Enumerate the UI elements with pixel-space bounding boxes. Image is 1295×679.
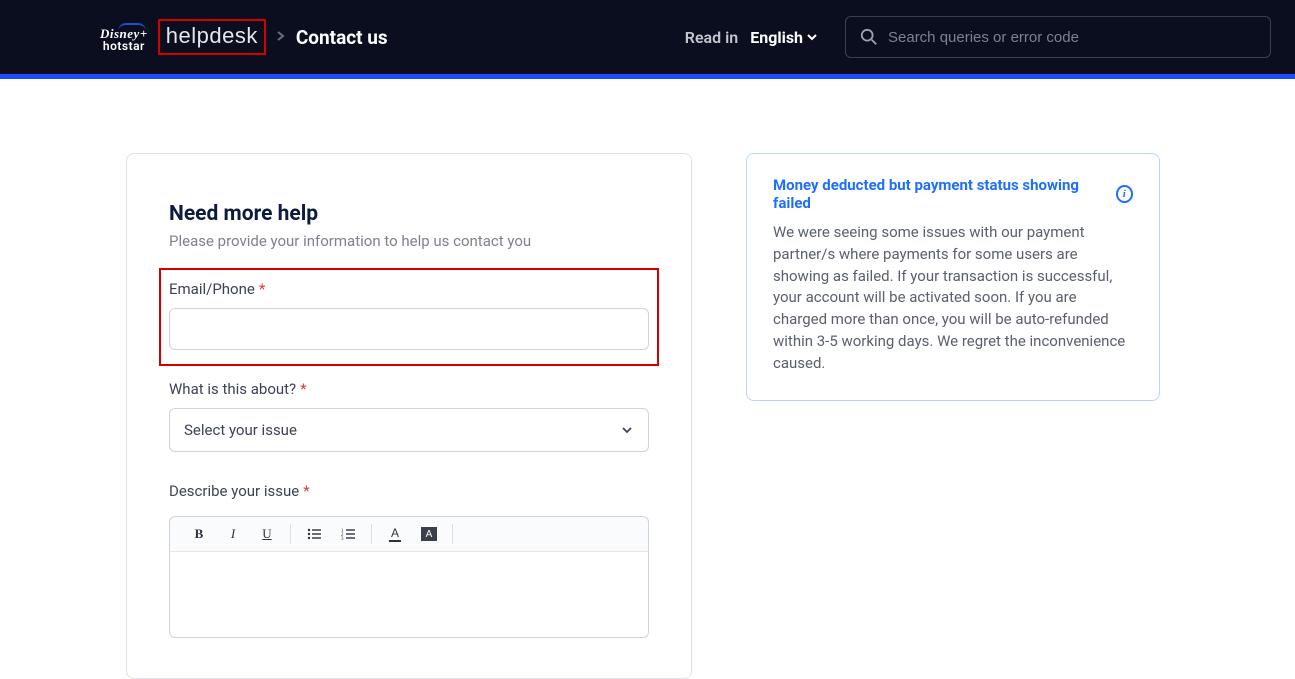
toolbar-separator	[290, 524, 291, 544]
describe-field-block: Describe your issue* B I U 123 A A	[169, 482, 649, 638]
info-card: Money deducted but payment status showin…	[746, 153, 1160, 401]
font-color-button[interactable]: A	[378, 522, 412, 546]
describe-issue-editor[interactable]	[169, 552, 649, 638]
about-label: What is this about?*	[169, 380, 649, 398]
email-field-highlight-box: Email/Phone*	[159, 268, 659, 366]
main-content: Need more help Please provide your infor…	[0, 79, 1295, 679]
italic-button[interactable]: I	[216, 522, 250, 546]
required-star: *	[259, 280, 265, 298]
about-field-block: What is this about?* Select your issue	[169, 380, 649, 452]
helpdesk-highlight-box: helpdesk	[158, 19, 266, 55]
language-value: English	[750, 28, 803, 47]
email-phone-label: Email/Phone*	[169, 280, 649, 298]
email-phone-input[interactable]	[169, 308, 649, 350]
logo-group: Disney+ hotstar helpdesk	[100, 19, 266, 55]
toolbar-separator	[452, 524, 453, 544]
issue-select-placeholder: Select your issue	[184, 421, 297, 439]
form-subtitle: Please provide your information to help …	[169, 232, 649, 250]
info-card-title[interactable]: Money deducted but payment status showin…	[773, 176, 1108, 212]
numbered-list-button[interactable]: 123	[331, 522, 365, 546]
bullet-list-button[interactable]	[297, 522, 331, 546]
breadcrumb-contact-us: Contact us	[296, 26, 388, 49]
language-selector[interactable]: English	[750, 28, 819, 47]
underline-button[interactable]: U	[250, 522, 284, 546]
chevron-down-icon	[620, 423, 634, 437]
bold-button[interactable]: B	[182, 522, 216, 546]
toolbar-separator	[371, 524, 372, 544]
info-icon: i	[1116, 185, 1133, 203]
contact-form-card: Need more help Please provide your infor…	[126, 153, 692, 679]
required-star: *	[300, 380, 306, 398]
logo-line2: hotstar	[103, 40, 145, 52]
rich-text-toolbar: B I U 123 A A	[169, 516, 649, 552]
describe-label: Describe your issue*	[169, 482, 649, 500]
search-box[interactable]	[845, 16, 1271, 58]
required-star: *	[303, 482, 309, 500]
search-icon	[860, 28, 878, 46]
info-card-body: We were seeing some issues with our paym…	[773, 222, 1133, 374]
top-header: Disney+ hotstar helpdesk Contact us Read…	[0, 0, 1295, 74]
helpdesk-link[interactable]: helpdesk	[166, 23, 258, 48]
disney-hotstar-logo[interactable]: Disney+ hotstar	[100, 23, 148, 52]
highlight-color-button[interactable]: A	[412, 522, 446, 546]
logo-line1: Disney+	[100, 27, 148, 40]
svg-text:3: 3	[341, 537, 344, 540]
issue-select[interactable]: Select your issue	[169, 408, 649, 452]
search-input[interactable]	[888, 29, 1256, 46]
form-title: Need more help	[169, 202, 649, 226]
chevron-right-icon	[276, 29, 286, 45]
read-in-label: Read in	[685, 28, 738, 47]
